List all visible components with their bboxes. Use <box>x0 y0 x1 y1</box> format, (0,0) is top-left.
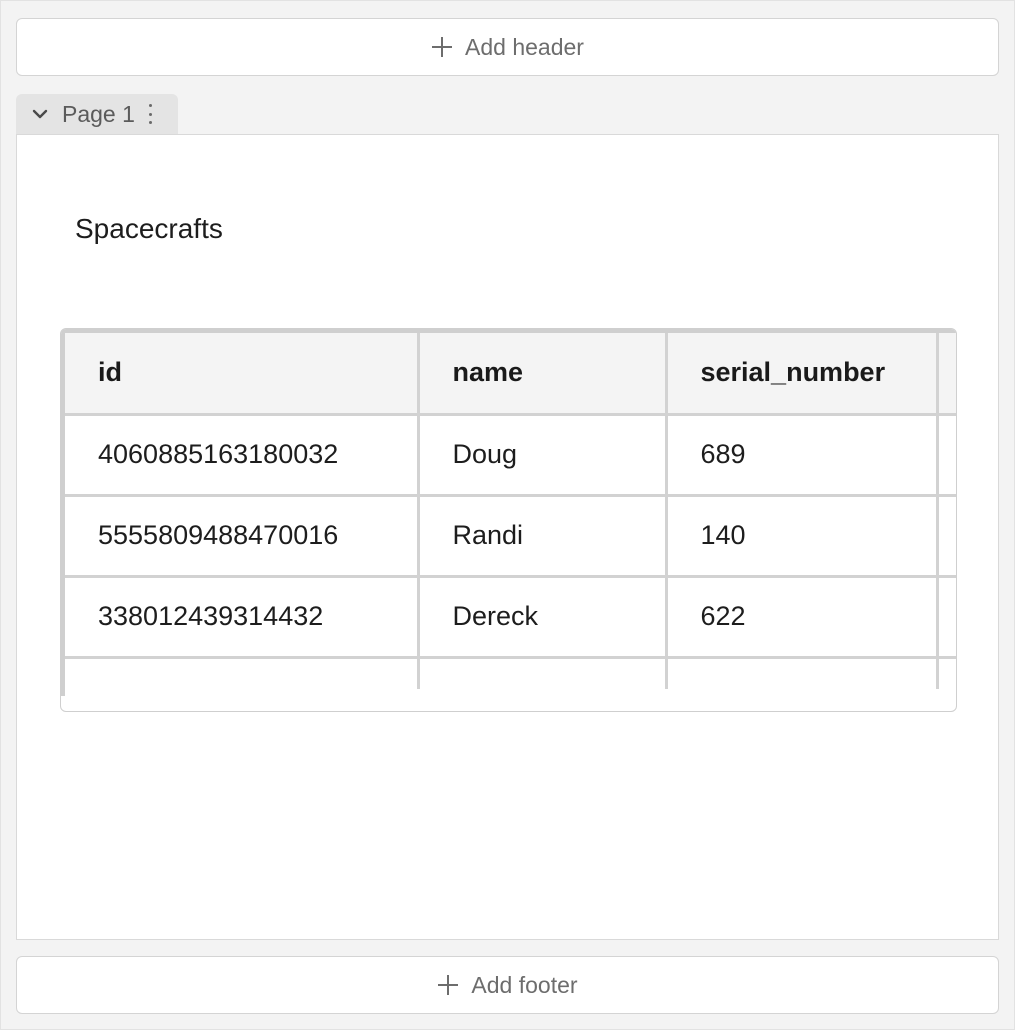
table-row-partial <box>65 657 956 689</box>
table-row[interactable]: 338012439314432 Dereck 622 <box>65 576 956 659</box>
chevron-down-icon[interactable] <box>32 107 48 121</box>
table-cell-empty <box>65 657 420 689</box>
page-tab-label[interactable]: Page 1 <box>62 101 135 128</box>
table-cell-id[interactable]: 338012439314432 <box>65 576 420 659</box>
page-tab[interactable]: Page 1 <box>16 94 178 134</box>
table-cell-id[interactable]: 5555809488470016 <box>65 495 420 578</box>
table-cell-empty <box>937 657 956 689</box>
kebab-icon[interactable] <box>148 104 153 124</box>
table-cell-id[interactable]: 4060885163180032 <box>65 414 420 497</box>
table-cell-empty <box>666 657 939 689</box>
table-cell-serial-number[interactable]: 689 <box>666 414 939 497</box>
add-footer-button[interactable]: Add footer <box>16 956 999 1014</box>
column-header-extra[interactable] <box>937 333 956 416</box>
table-header-row: id name serial_number <box>65 333 956 416</box>
table-cell-serial-number[interactable]: 140 <box>666 495 939 578</box>
table-cell-empty <box>418 657 668 689</box>
column-header-serial-number[interactable]: serial_number <box>666 333 939 416</box>
table-grid: id name serial_number 4060885163180032 D… <box>65 333 956 689</box>
table-cell-extra[interactable] <box>937 576 956 659</box>
add-header-label: Add header <box>465 33 584 60</box>
table-cell-name[interactable]: Dereck <box>418 576 668 659</box>
page-title[interactable]: Spacecrafts <box>75 213 223 245</box>
page-body: Spacecrafts id name serial_number 406088… <box>16 134 999 940</box>
add-header-button[interactable]: Add header <box>16 18 999 76</box>
plus-icon <box>437 974 459 996</box>
column-header-id[interactable]: id <box>65 333 420 416</box>
table-cell-name[interactable]: Doug <box>418 414 668 497</box>
table-row[interactable]: 4060885163180032 Doug 689 <box>65 414 956 497</box>
add-footer-label: Add footer <box>471 971 578 998</box>
table-row[interactable]: 5555809488470016 Randi 140 <box>65 495 956 578</box>
table-cell-name[interactable]: Randi <box>418 495 668 578</box>
column-header-name[interactable]: name <box>418 333 668 416</box>
plus-icon <box>431 36 453 58</box>
table-cell-extra[interactable] <box>937 414 956 497</box>
table-cell-serial-number[interactable]: 622 <box>666 576 939 659</box>
data-table[interactable]: id name serial_number 4060885163180032 D… <box>60 328 957 712</box>
table-cell-extra[interactable] <box>937 495 956 578</box>
